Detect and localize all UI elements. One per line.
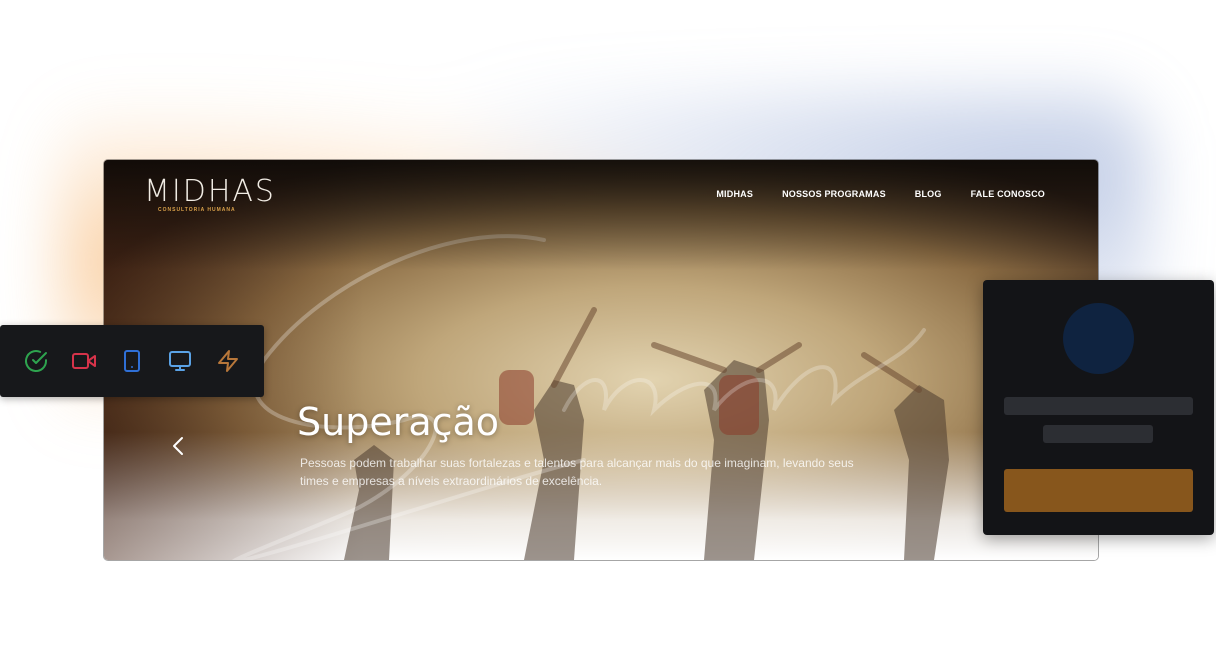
nav-item-fale-conosco[interactable]: FALE CONOSCO	[971, 189, 1045, 199]
nav-item-midhas[interactable]: MIDHAS	[716, 189, 753, 199]
lightning-icon[interactable]	[216, 349, 240, 373]
monitor-icon[interactable]	[168, 349, 192, 373]
subtitle-placeholder	[1043, 425, 1153, 443]
main-nav: MIDHAS NOSSOS PROGRAMAS BLOG FALE CONOSC…	[716, 189, 1045, 199]
chevron-left-icon[interactable]	[171, 434, 185, 458]
hero-title: Superação	[297, 400, 500, 444]
name-placeholder	[1004, 397, 1193, 415]
icon-toolbar	[0, 325, 264, 397]
logo-text: MIDHAS	[144, 174, 276, 209]
midhas-logo[interactable]: MIDHAS CONSULTORIA HUMANA	[144, 174, 274, 218]
smartphone-icon[interactable]	[120, 349, 144, 373]
hero-description: Pessoas podem trabalhar suas fortalezas …	[300, 456, 854, 488]
avatar-placeholder	[1063, 303, 1134, 374]
nav-item-blog[interactable]: BLOG	[915, 189, 942, 199]
profile-card-skeleton	[983, 280, 1214, 535]
check-circle-icon[interactable]	[24, 349, 48, 373]
nav-item-nossos-programas[interactable]: NOSSOS PROGRAMAS	[782, 189, 886, 199]
action-button-placeholder[interactable]	[1004, 469, 1193, 512]
logo-subtitle: CONSULTORIA HUMANA	[158, 207, 236, 213]
video-camera-icon[interactable]	[72, 349, 96, 373]
